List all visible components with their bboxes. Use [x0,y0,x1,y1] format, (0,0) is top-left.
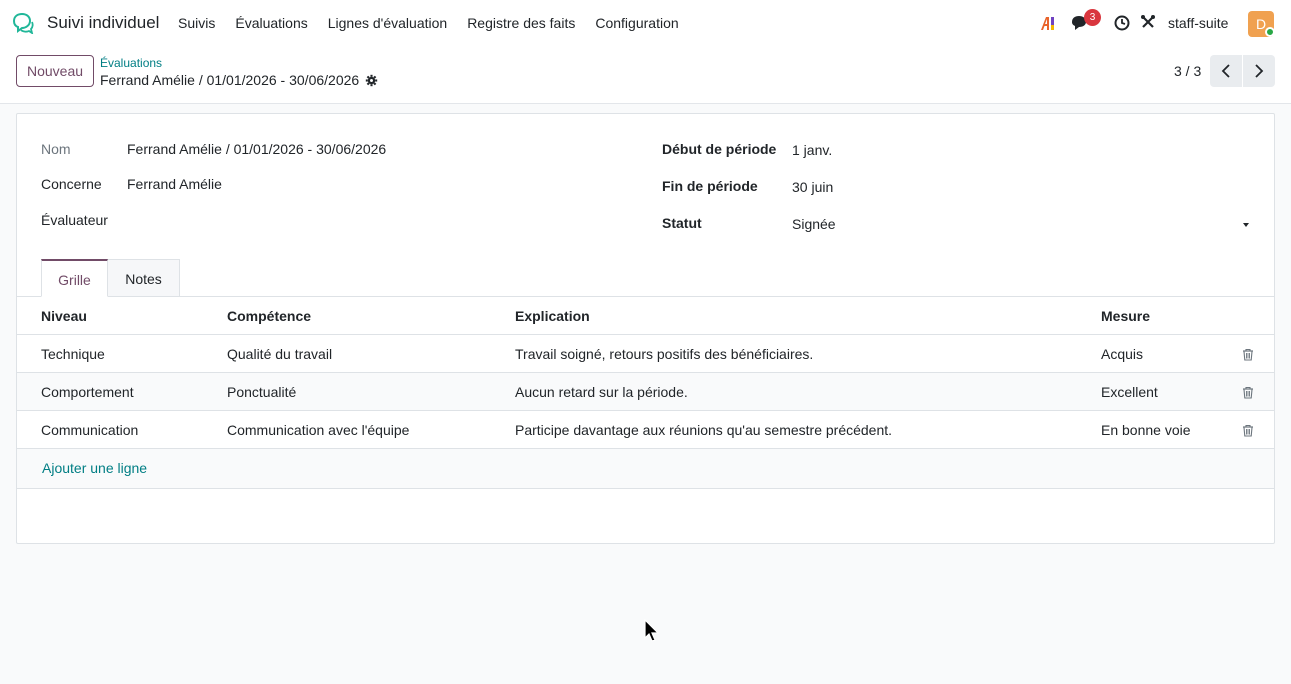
cell-competence: Communication avec l'équipe [227,422,410,438]
clock-icon[interactable] [1114,15,1130,31]
menu-item-lignes-evaluation[interactable]: Lignes d'évaluation [328,15,447,31]
notebook-tabs: Grille Notes [17,259,1274,297]
new-button[interactable]: Nouveau [16,55,95,87]
debut-periode-field[interactable]: 1 janv. [792,142,832,158]
trash-icon[interactable] [1242,348,1254,361]
gear-icon[interactable] [365,74,378,87]
column-header-explication[interactable]: Explication [515,297,590,335]
database-name[interactable]: staff-suite [1168,15,1228,31]
app-logo-icon[interactable] [12,12,34,34]
column-header-niveau[interactable]: Niveau [41,297,87,335]
fin-periode-label: Fin de période [662,178,758,194]
menu-item-suivis[interactable]: Suivis [178,15,215,31]
debut-periode-label: Début de période [662,141,777,157]
concerne-label: Concerne [41,176,102,192]
form-sheet: Nom Ferrand Amélie / 01/01/2026 - 30/06/… [16,113,1275,544]
pager-next-button[interactable] [1243,55,1275,87]
tab-grille[interactable]: Grille [41,259,108,297]
control-panel: Nouveau Évaluations Ferrand Amélie / 01/… [0,46,1291,104]
cell-mesure: En bonne voie [1101,422,1191,438]
pager-value[interactable]: 3 / 3 [1174,63,1201,79]
cell-mesure: Excellent [1101,384,1158,400]
add-line-row: Ajouter une ligne [17,449,1274,489]
cell-competence: Qualité du travail [227,346,333,362]
menu-item-registre-faits[interactable]: Registre des faits [467,15,575,31]
pager-previous-button[interactable] [1210,55,1242,87]
statut-label: Statut [662,215,702,231]
fin-periode-field[interactable]: 30 juin [792,179,833,195]
cell-niveau: Technique [41,346,105,362]
table-row[interactable]: Communication Communication avec l'équip… [17,411,1274,449]
table-row[interactable]: Technique Qualité du travail Travail soi… [17,335,1274,373]
column-header-mesure[interactable]: Mesure [1101,297,1150,335]
menu-item-evaluations[interactable]: Évaluations [235,15,307,31]
chat-badge: 3 [1084,9,1101,26]
cell-niveau: Comportement [41,384,134,400]
cell-explication: Aucun retard sur la période. [515,384,688,400]
menu-item-configuration[interactable]: Configuration [595,15,678,31]
statut-dropdown-caret-icon[interactable] [1243,223,1249,227]
trash-icon[interactable] [1242,386,1254,399]
statut-field[interactable]: Signée [792,216,836,232]
presence-dot [1265,27,1275,37]
concerne-field[interactable]: Ferrand Amélie [127,176,222,192]
record-title-container: Ferrand Amélie / 01/01/2026 - 30/06/2026 [100,72,378,88]
trash-icon[interactable] [1242,424,1254,437]
record-title: Ferrand Amélie / 01/01/2026 - 30/06/2026 [100,72,360,88]
cell-mesure: Acquis [1101,346,1144,362]
breadcrumb[interactable]: Évaluations [100,56,162,70]
cell-explication: Participe davantage aux réunions qu'au s… [515,422,893,438]
nom-label: Nom [41,141,71,157]
mouse-cursor-icon [644,619,660,642]
table-row[interactable]: Comportement Ponctualité Aucun retard su… [17,373,1274,411]
top-navbar: Suivi individuel Suivis Évaluations Lign… [0,0,1291,46]
cell-competence: Ponctualité [227,384,297,400]
evaluation-grid: Niveau Compétence Explication Mesure Tec… [17,297,1274,489]
column-header-competence[interactable]: Compétence [227,297,311,335]
chevron-left-icon [1221,64,1230,78]
chevron-right-icon [1255,64,1264,78]
nom-field[interactable]: Ferrand Amélie / 01/01/2026 - 30/06/2026 [127,141,386,157]
table-header-row: Niveau Compétence Explication Mesure [17,297,1274,335]
tab-notes[interactable]: Notes [108,259,180,297]
cell-niveau: Communication [41,422,139,438]
ai-icon[interactable] [1040,15,1056,31]
evaluateur-label: Évaluateur [41,212,108,228]
app-name[interactable]: Suivi individuel [47,13,159,33]
tools-icon[interactable] [1140,14,1156,30]
cell-explication: Travail soigné, retours positifs des bén… [515,346,814,362]
main-menu: Suivis Évaluations Lignes d'évaluation R… [178,15,699,31]
add-line-link[interactable]: Ajouter une ligne [42,449,147,487]
